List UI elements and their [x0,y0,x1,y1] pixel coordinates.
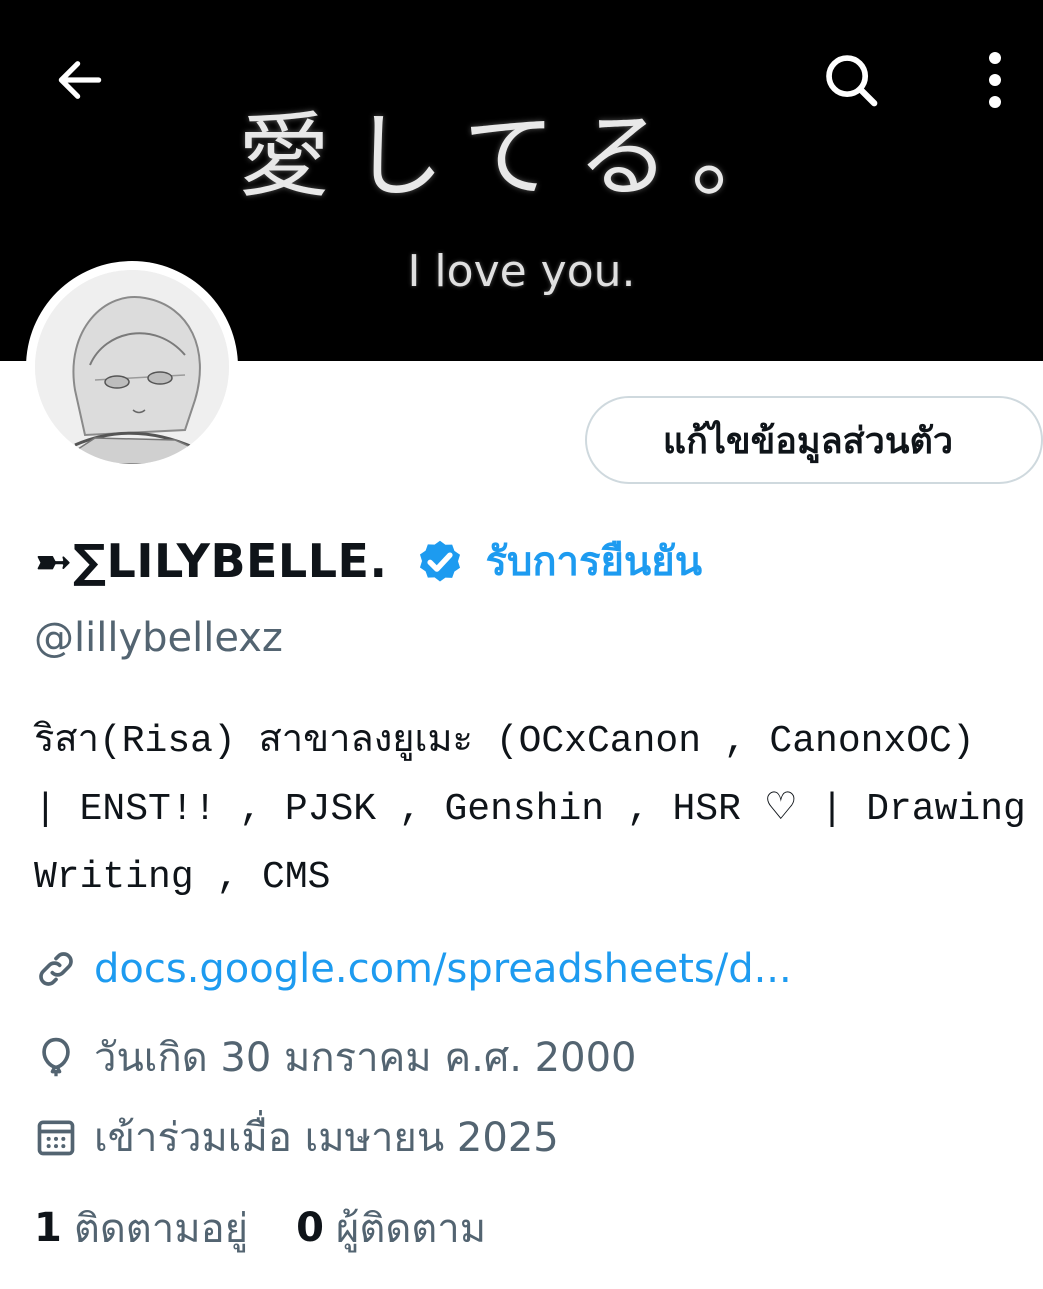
user-handle: @lillybellexz [34,615,283,661]
following-count: 1 [34,1205,62,1251]
bio-line: | ENST!! , PJSK , Genshin , HSR ♡ | Draw… [34,788,1043,831]
verified-badge-icon[interactable] [413,534,467,588]
search-button[interactable] [811,40,891,120]
edit-profile-button[interactable]: แก้ไขข้อมูลส่วนตัว [585,396,1043,484]
name-row: ➼∑LILYBELLE. รับการยืนยัน [34,528,702,594]
link-icon [39,952,73,986]
calendar-icon [37,1120,75,1156]
profile-avatar[interactable] [26,261,238,473]
profile-bio: ริสา(Risa) สาขาลงยูเมะ (OCxCanon , Canon… [34,708,1043,912]
followers-link[interactable]: 0 ผู้ติดตาม [296,1196,486,1260]
website-row: docs.google.com/spreadsheets/d... [34,946,792,992]
following-link[interactable]: 1 ติดตามอยู่ [34,1196,248,1260]
bio-line: ริสา(Risa) สาขาลงยูเมะ (OCxCanon , Canon… [34,720,975,763]
birthday-row: วันเกิด 30 มกราคม ค.ศ. 2000 [34,1025,636,1089]
joined-text: เข้าร่วมเมื่อ เมษายน 2025 [94,1115,559,1161]
more-vertical-icon [989,52,1001,108]
more-options-button[interactable] [955,40,1035,120]
followers-count: 0 [296,1205,324,1251]
website-link[interactable]: docs.google.com/spreadsheets/d... [94,946,792,992]
search-icon [826,55,878,107]
back-button[interactable] [40,40,120,120]
avatar-image [35,270,229,464]
balloon-icon [42,1037,70,1077]
follow-stats: 1 ติดตามอยู่ 0 ผู้ติดตาม [34,1196,534,1260]
joined-row: เข้าร่วมเมื่อ เมษายน 2025 [34,1105,559,1169]
display-name: ➼∑LILYBELLE. [34,534,388,588]
get-verified-link[interactable]: รับการยืนยัน [485,529,702,593]
birthday-text: วันเกิด 30 มกราคม ค.ศ. 2000 [94,1035,637,1081]
followers-label: ผู้ติดตาม [335,1206,487,1252]
back-arrow-icon [58,61,102,99]
following-label: ติดตามอยู่ [73,1206,249,1252]
bio-line: Writing , CMS [34,856,331,899]
